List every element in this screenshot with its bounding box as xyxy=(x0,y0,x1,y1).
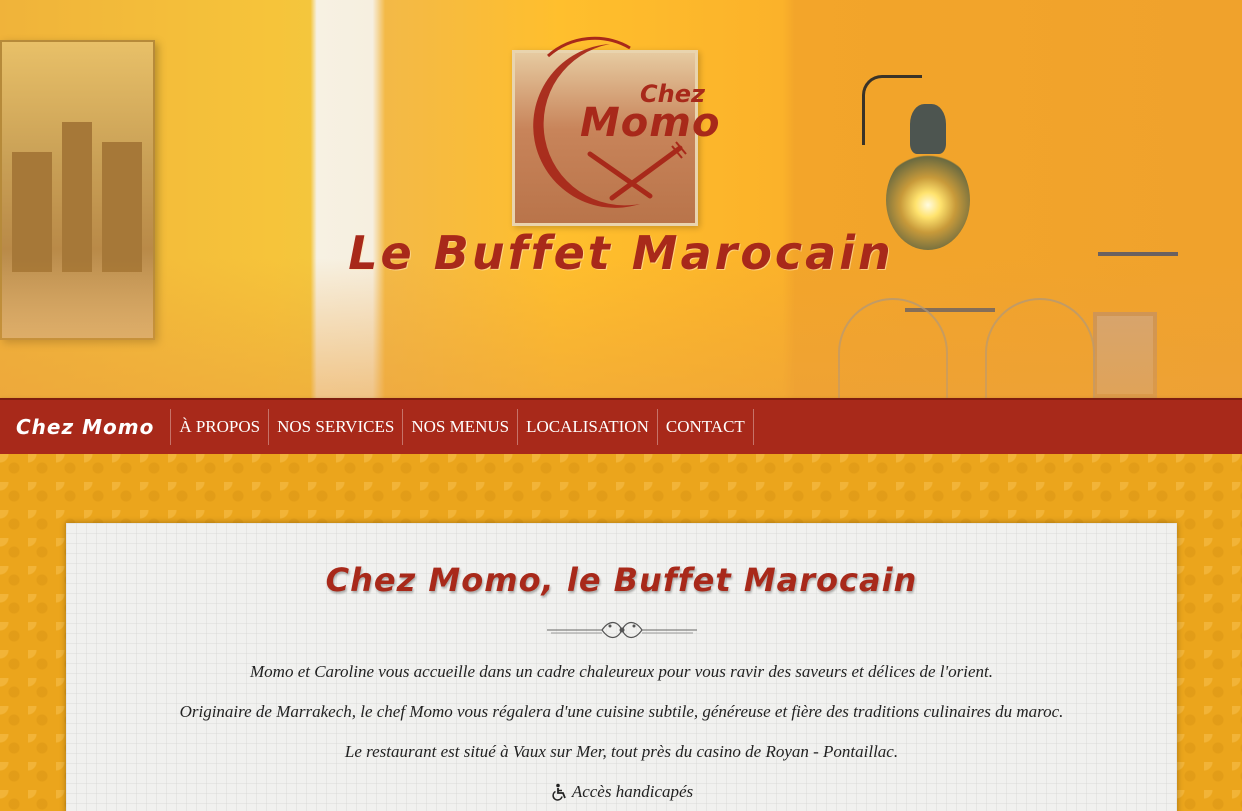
intro-paragraph: Momo et Caroline vous accueille dans un … xyxy=(250,662,993,681)
main-navbar: Chez Momo À PROPOS NOS SERVICES NOS MENU… xyxy=(0,398,1242,454)
nav-item-contact[interactable]: CONTACT xyxy=(656,409,754,445)
ornament-divider-icon xyxy=(546,621,697,639)
accessibility-line: Accès handicapés xyxy=(66,779,1177,809)
logo-momo: Momo xyxy=(580,100,721,146)
nav-item-nos-menus[interactable]: NOS MENUS xyxy=(402,409,517,445)
hero-title: Le Buffet Marocain xyxy=(348,226,894,280)
accessibility-label: Accès handicapés xyxy=(571,782,694,801)
content-card: Chez Momo, le Buffet Marocain Momo et Ca… xyxy=(66,523,1177,811)
lamp-cap xyxy=(910,104,946,154)
logo: Chez Momo xyxy=(490,36,720,216)
content-title: Chez Momo, le Buffet Marocain xyxy=(325,561,918,599)
nav-item-nos-services[interactable]: NOS SERVICES xyxy=(268,409,402,445)
navbar-brand[interactable]: Chez Momo xyxy=(0,415,170,439)
hero-banner: Chez Momo Le Buffet Marocain xyxy=(0,0,1242,398)
nav-item-localisation[interactable]: LOCALISATION xyxy=(517,409,657,445)
nav-item-a-propos[interactable]: À PROPOS xyxy=(170,409,268,445)
wheelchair-icon xyxy=(552,783,566,801)
location-paragraph: Le restaurant est situé à Vaux sur Mer, … xyxy=(344,742,899,761)
chef-paragraph: Originaire de Marrakech, le chef Momo vo… xyxy=(179,702,1064,721)
